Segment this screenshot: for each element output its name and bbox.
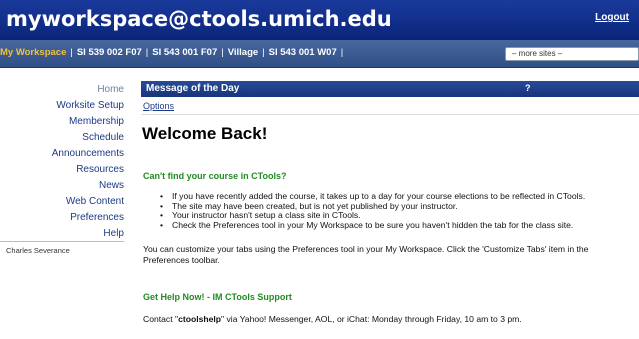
nav-divider: [0, 241, 124, 242]
tab-separator: |: [340, 47, 344, 58]
tool-menu-home[interactable]: Home: [0, 82, 124, 98]
contact-handle: ctoolshelp: [178, 314, 222, 324]
tab-separator: |: [145, 47, 149, 58]
tool-menu-announcements[interactable]: Announcements: [0, 146, 124, 162]
presence-user: Charles Severance: [6, 246, 70, 255]
tool-menu-news[interactable]: News: [0, 178, 124, 194]
site-title: myworkspace@ctools.umich.edu: [6, 7, 392, 31]
list-item: Check the Preferences tool in your My Wo…: [160, 220, 585, 231]
welcome-heading: Welcome Back!: [142, 124, 268, 143]
help-heading: Get Help Now! - IM CTools Support: [143, 292, 292, 302]
contact-suffix: " via Yahoo! Messenger, AOL, or iChat: M…: [221, 314, 522, 324]
contact-text: Contact "ctoolshelp" via Yahoo! Messenge…: [143, 314, 522, 325]
customize-tabs-text: You can customize your tabs using the Pr…: [143, 244, 589, 265]
tool-menu-preferences[interactable]: Preferences: [0, 210, 124, 226]
tool-menu-resources[interactable]: Resources: [0, 162, 124, 178]
site-tab-village[interactable]: Village: [228, 47, 258, 58]
options-link[interactable]: Options: [143, 101, 174, 111]
tool-menu-help[interactable]: Help: [0, 226, 124, 242]
help-icon[interactable]: ?: [525, 83, 531, 93]
tool-title: Message of the Day: [146, 83, 240, 94]
tool-menu-web-content[interactable]: Web Content: [0, 194, 124, 210]
tool-menu-worksite-setup[interactable]: Worksite Setup: [0, 98, 124, 114]
tab-separator: |: [262, 47, 265, 58]
tool-menu-membership[interactable]: Membership: [0, 114, 124, 130]
portal-header: myworkspace@ctools.umich.edu Logout: [0, 0, 639, 40]
tool-menu: Home Worksite Setup Membership Schedule …: [0, 82, 124, 242]
site-tab-my-workspace[interactable]: My Workspace: [0, 47, 66, 58]
more-sites-select[interactable]: – more sites –: [505, 47, 639, 61]
site-tab-si543-f07[interactable]: SI 543 001 F07: [152, 47, 217, 58]
tab-separator: |: [221, 47, 224, 58]
options-divider: [141, 114, 639, 115]
tab-separator: |: [70, 47, 73, 58]
tool-menu-schedule[interactable]: Schedule: [0, 130, 124, 146]
logout-link[interactable]: Logout: [595, 12, 629, 23]
site-tab-si539[interactable]: SI 539 002 F07: [77, 47, 142, 58]
site-tab-si543-w07[interactable]: SI 543 001 W07: [269, 47, 337, 58]
contact-prefix: Contact ": [143, 314, 179, 324]
tool-title-bar: Message of the Day ?: [141, 81, 639, 97]
site-tabs: My Workspace | SI 539 002 F07 | SI 543 001 F…: [0, 47, 347, 58]
site-navigation: My Workspace | SI 539 002 F07 | SI 543 001 F…: [0, 40, 639, 68]
tips-list: If you have recently added the course, i…: [160, 191, 585, 231]
find-course-heading: Can't find your course in CTools?: [143, 171, 287, 181]
